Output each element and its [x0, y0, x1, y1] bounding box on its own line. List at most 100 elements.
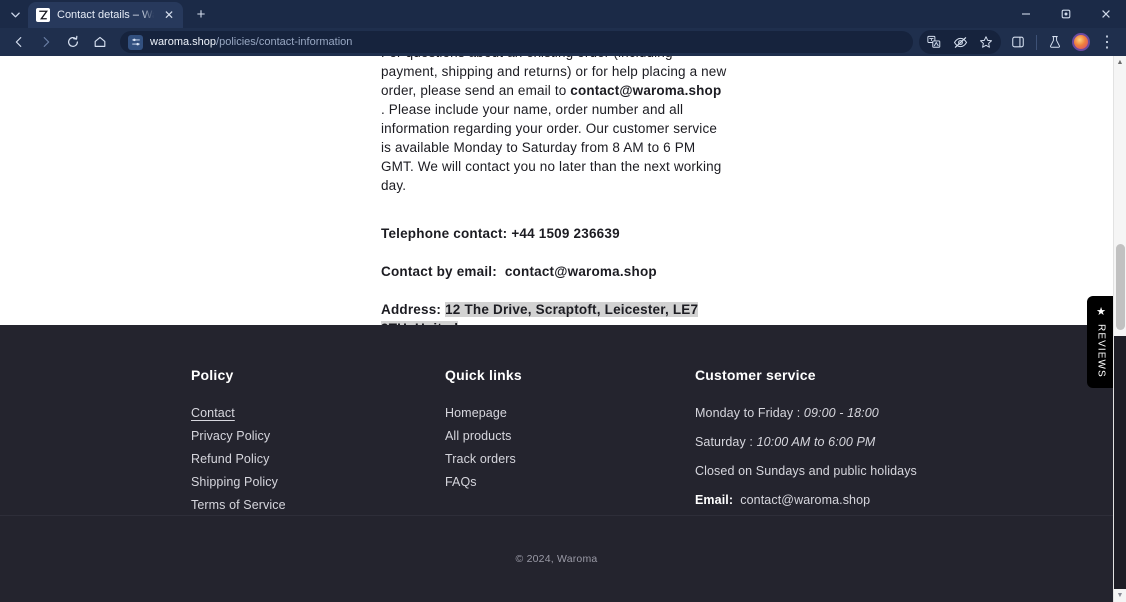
incognito-eye-icon[interactable]: [947, 30, 973, 54]
toolbar-right-icons: ⋮: [919, 30, 1120, 54]
intro-paragraph: For questions about an existing order (i…: [381, 56, 729, 195]
more-menu-icon[interactable]: ⋮: [1094, 30, 1120, 54]
home-icon: [94, 36, 106, 47]
browser-toolbar: waroma.shop/policies/contact-information: [0, 28, 1126, 56]
saturday-label: Saturday :: [695, 435, 757, 449]
footer-heading-customer-service: Customer service: [695, 367, 816, 383]
telephone-label: Telephone contact:: [381, 226, 508, 241]
customer-service-closed-note: Closed on Sundays and public holidays: [695, 464, 917, 478]
telephone-value: +44 1509 236639: [511, 226, 620, 241]
browser-tab[interactable]: Contact details – Waroma ✕: [28, 2, 183, 28]
side-panel-icon[interactable]: [1005, 30, 1031, 54]
site-footer: Policy Contact Privacy Policy Refund Pol…: [0, 325, 1113, 602]
window-controls: [1006, 0, 1126, 28]
url-path: /policies/contact-information: [216, 36, 353, 48]
scrollbar-up-arrow-icon[interactable]: ▲: [1114, 56, 1126, 69]
footer-heading-quick-links: Quick links: [445, 367, 522, 383]
close-icon: [1102, 10, 1110, 18]
maximize-icon: [1061, 9, 1071, 19]
reviews-widget-tab[interactable]: ★ REVIEWS: [1087, 296, 1115, 388]
star-icon: ★: [1096, 305, 1106, 318]
tab-strip: Contact details – Waroma ✕ +: [0, 0, 1126, 28]
side-panel-glyph-icon: [1012, 36, 1024, 48]
minimize-icon: [1022, 13, 1030, 15]
lab-flask-icon[interactable]: [1042, 30, 1068, 54]
email-value: contact@waroma.shop: [504, 264, 657, 279]
customer-service-weekday-hours: Monday to Friday : 09:00 - 18:00: [695, 402, 995, 425]
profile-avatar-icon[interactable]: [1072, 33, 1090, 51]
weekday-label: Monday to Friday :: [695, 406, 804, 420]
footer-column-quick-links: Quick links Homepage All products Track …: [445, 367, 695, 517]
translate-glyph-icon: [927, 35, 941, 48]
site-settings-icon[interactable]: [128, 34, 143, 50]
tab-close-icon[interactable]: ✕: [161, 7, 177, 23]
footer-link-contact[interactable]: Contact: [191, 402, 445, 425]
browser-window: Contact details – Waroma ✕ +: [0, 0, 1126, 602]
article-section: For questions about an existing order (i…: [0, 56, 1113, 325]
footer-column-customer-service: Customer service Monday to Friday : 09:0…: [695, 367, 995, 517]
saturday-hours-value: 10:00 AM to 6:00 PM: [756, 435, 876, 449]
arrow-right-icon: [43, 37, 50, 47]
reload-button[interactable]: [60, 30, 86, 54]
eye-slash-icon: [953, 36, 967, 48]
bookmark-star-icon[interactable]: [973, 30, 999, 54]
scrollbar-track-lower[interactable]: [1114, 336, 1126, 589]
address-bar-url: waroma.shop/policies/contact-information: [150, 36, 352, 48]
customer-service-saturday-hours: Saturday : 10:00 AM to 6:00 PM: [695, 431, 995, 454]
scrollbar-thumb[interactable]: [1116, 244, 1125, 330]
footer-divider: [0, 515, 1113, 516]
weekday-hours-value: 09:00 - 18:00: [803, 406, 879, 420]
footer-link-refund-policy[interactable]: Refund Policy: [191, 448, 445, 471]
customer-service-email-label: Email:: [695, 493, 734, 507]
scrollbar-down-arrow-icon[interactable]: ▼: [1114, 589, 1126, 602]
reload-icon: [68, 35, 78, 47]
translate-icon[interactable]: [921, 30, 947, 54]
footer-heading-policy: Policy: [191, 367, 234, 383]
omnibox-action-group: [919, 30, 1001, 54]
footer-link-privacy-policy[interactable]: Privacy Policy: [191, 425, 445, 448]
window-minimize-button[interactable]: [1006, 0, 1046, 28]
waroma-logo-icon: [39, 10, 48, 20]
footer-link-faqs[interactable]: FAQs: [445, 471, 695, 494]
email-label: Contact by email:: [381, 264, 497, 279]
sliders-icon: [131, 38, 140, 46]
tab-title: Contact details – Waroma: [57, 9, 154, 21]
arrow-left-icon: [15, 37, 22, 47]
page-viewport: For questions about an existing order (i…: [0, 56, 1126, 602]
star-outline-icon: [980, 36, 992, 48]
footer-link-track-orders[interactable]: Track orders: [445, 448, 695, 471]
email-contact-row: Contact by email: contact@waroma.shop: [381, 262, 729, 281]
intro-line-3: send an email to: [464, 83, 571, 98]
article-body: For questions about an existing order (i…: [381, 56, 729, 325]
reviews-widget-label: REVIEWS: [1095, 323, 1107, 378]
address-row: Address: 12 The Drive, Scraptoft, Leices…: [381, 300, 729, 325]
url-domain: waroma.shop: [150, 36, 217, 48]
window-close-button[interactable]: [1086, 0, 1126, 28]
customer-service-email-value[interactable]: contact@waroma.shop: [740, 493, 870, 507]
chevron-down-icon: [10, 11, 20, 17]
address-bar[interactable]: waroma.shop/policies/contact-information: [120, 31, 913, 53]
footer-link-homepage[interactable]: Homepage: [445, 402, 695, 425]
footer-column-policy: Policy Contact Privacy Policy Refund Pol…: [191, 367, 445, 517]
toolbar-divider: [1036, 34, 1037, 50]
page-content: For questions about an existing order (i…: [0, 56, 1113, 602]
telephone-contact-row: Telephone contact: +44 1509 236639: [381, 224, 729, 243]
flask-icon: [1049, 36, 1061, 48]
customer-service-email-row: Email: contact@waroma.shop: [695, 489, 995, 512]
home-button[interactable]: [87, 30, 113, 54]
intro-email-inline: contact@waroma.shop: [570, 83, 722, 98]
window-maximize-button[interactable]: [1046, 0, 1086, 28]
tab-search-chevron-down-icon[interactable]: [4, 3, 26, 25]
footer-copyright: © 2024, Waroma: [515, 553, 598, 565]
footer-link-all-products[interactable]: All products: [445, 425, 695, 448]
intro-line-4: . Please include your: [381, 102, 510, 117]
footer-link-shipping-policy[interactable]: Shipping Policy: [191, 471, 445, 494]
tab-favicon-icon: [36, 8, 50, 22]
footer-link-terms-of-service[interactable]: Terms of Service: [191, 494, 445, 517]
address-label: Address:: [381, 302, 442, 317]
forward-button[interactable]: [33, 30, 59, 54]
footer-columns: Policy Contact Privacy Policy Refund Pol…: [0, 325, 1113, 517]
back-button[interactable]: [6, 30, 32, 54]
page-scrollbar[interactable]: ▲ ▼: [1113, 56, 1126, 602]
new-tab-button[interactable]: +: [189, 2, 213, 26]
